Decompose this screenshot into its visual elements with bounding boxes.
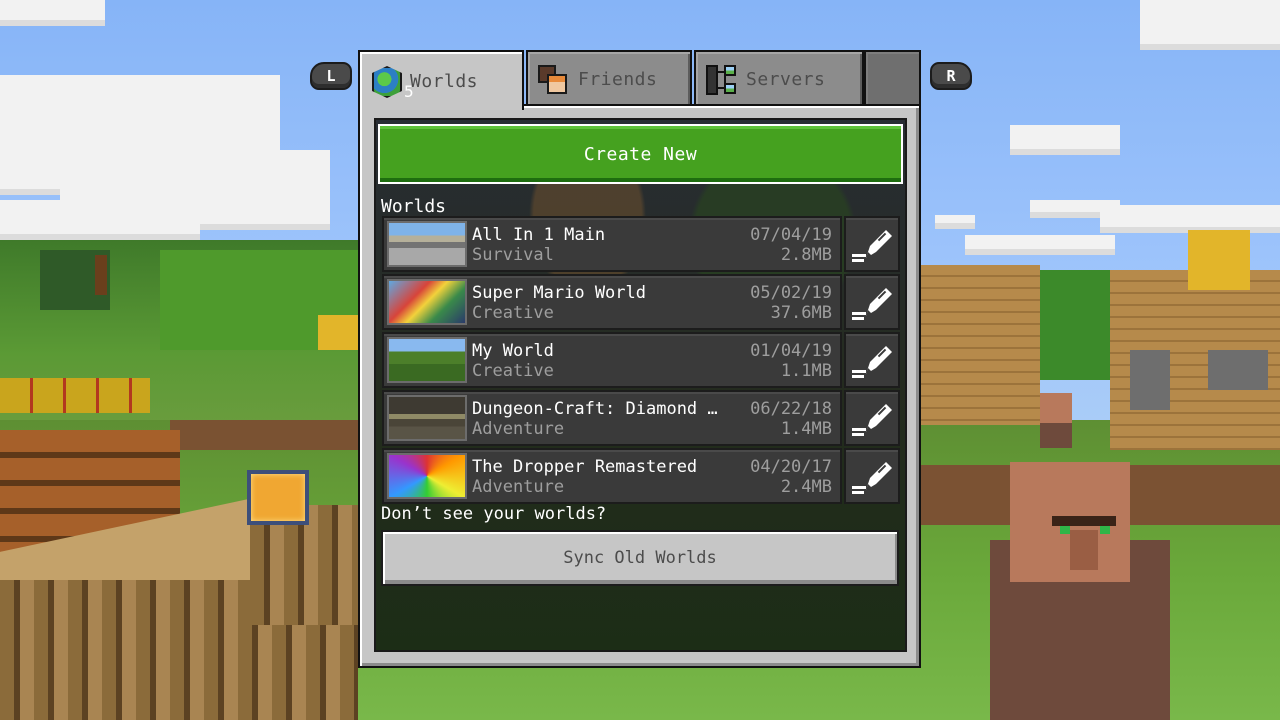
villager-eye: [1060, 526, 1070, 534]
tab-worlds[interactable]: Worlds 5: [358, 50, 524, 110]
world-name: All In 1 Main: [472, 225, 606, 245]
edit-world-button[interactable]: [844, 448, 900, 504]
world-row: My World Creative 01/04/19 1.1MB: [382, 332, 900, 390]
edit-world-button[interactable]: [844, 216, 900, 272]
world-date: 07/04/19: [750, 225, 832, 245]
world-count-badge: 5: [404, 82, 415, 101]
globe-icon: [370, 65, 402, 98]
villager-brow: [1052, 516, 1116, 526]
village-house: [920, 265, 1040, 425]
server-icon: [706, 63, 738, 95]
world-thumbnail: [387, 279, 467, 325]
create-new-button[interactable]: Create New: [378, 124, 903, 184]
friends-faces-icon: [538, 63, 570, 95]
world-game-mode: Creative: [472, 303, 554, 323]
world-thumbnail: [387, 337, 467, 383]
world-size: 1.4MB: [780, 419, 832, 439]
villager-eye: [1100, 526, 1110, 534]
world-game-mode: Creative: [472, 361, 554, 381]
panel-body: Create New Worlds All In 1 Main Survival…: [358, 104, 921, 668]
world-item[interactable]: Dungeon-Craft: Diamond … Adventure 06/22…: [382, 390, 842, 446]
world-date: 05/02/19: [750, 283, 832, 303]
world-item[interactable]: All In 1 Main Survival 07/04/19 2.8MB: [382, 216, 842, 272]
pencil-icon: [852, 404, 892, 436]
tab-servers[interactable]: Servers: [694, 50, 864, 106]
tree-trunk: [95, 255, 107, 295]
hay-block: [1188, 230, 1250, 290]
worlds-section-label: Worlds: [381, 196, 447, 217]
tab-label: Worlds: [410, 70, 479, 92]
tab-friends[interactable]: Friends: [526, 50, 692, 106]
world-name: The Dropper Remastered: [472, 457, 698, 477]
cloud: [0, 200, 200, 240]
play-screen-panel: Worlds 5 Friends Servers Create New Worl…: [358, 50, 921, 668]
hay-bales: [0, 378, 150, 413]
world-size: 2.8MB: [780, 245, 832, 265]
villager: [1040, 423, 1072, 448]
tab-bar: Worlds 5 Friends Servers: [358, 50, 921, 110]
cloud: [1010, 125, 1120, 155]
world-item[interactable]: The Dropper Remastered Adventure 04/20/1…: [382, 448, 842, 504]
world-size: 2.4MB: [780, 477, 832, 497]
world-row: The Dropper Remastered Adventure 04/20/1…: [382, 448, 900, 506]
world-name: My World: [472, 341, 554, 361]
world-game-mode: Survival: [472, 245, 554, 265]
world-thumbnail: [387, 395, 467, 441]
cloud: [1100, 205, 1280, 233]
world-row: All In 1 Main Survival 07/04/19 2.8MB: [382, 216, 900, 274]
hay-block: [318, 315, 358, 350]
world-size: 1.1MB: [780, 361, 832, 381]
tab-empty: [864, 50, 921, 106]
villager: [1040, 393, 1072, 423]
cobblestone: [1130, 350, 1170, 410]
world-thumbnail: [387, 453, 467, 499]
world-game-mode: Adventure: [472, 419, 565, 439]
pencil-icon: [852, 288, 892, 320]
world-item[interactable]: My World Creative 01/04/19 1.1MB: [382, 332, 842, 388]
world-thumbnail: [387, 221, 467, 267]
worlds-content: Create New Worlds All In 1 Main Survival…: [374, 118, 907, 652]
pencil-icon: [852, 230, 892, 262]
world-item[interactable]: Super Mario World Creative 05/02/19 37.6…: [382, 274, 842, 330]
world-date: 06/22/18: [750, 399, 832, 419]
world-name: Dungeon-Craft: Diamond …: [472, 399, 718, 419]
dirt: [170, 420, 360, 450]
edit-world-button[interactable]: [844, 274, 900, 330]
world-row: Super Mario World Creative 05/02/19 37.6…: [382, 274, 900, 332]
missing-worlds-hint: Don’t see your worlds?: [381, 504, 607, 524]
pencil-icon: [852, 346, 892, 378]
pencil-icon: [852, 462, 892, 494]
tab-label: Friends: [578, 68, 658, 90]
world-date: 01/04/19: [750, 341, 832, 361]
cloud: [1140, 0, 1280, 50]
cloud: [0, 0, 105, 26]
edit-world-button[interactable]: [844, 332, 900, 388]
world-list: All In 1 Main Survival 07/04/19 2.8MB Su…: [382, 216, 900, 506]
world-size: 37.6MB: [770, 303, 832, 323]
tab-label: Servers: [746, 68, 826, 90]
left-shoulder-button[interactable]: L: [310, 62, 352, 90]
edit-world-button[interactable]: [844, 390, 900, 446]
world-name: Super Mario World: [472, 283, 646, 303]
cloud: [935, 215, 975, 229]
lantern: [247, 470, 309, 525]
right-shoulder-button[interactable]: R: [930, 62, 972, 90]
villager-nose: [1070, 530, 1098, 570]
world-game-mode: Adventure: [472, 477, 565, 497]
sync-old-worlds-button[interactable]: Sync Old Worlds: [381, 530, 899, 586]
cloud: [965, 235, 1115, 255]
world-date: 04/20/17: [750, 457, 832, 477]
cobblestone: [1208, 350, 1268, 390]
world-row: Dungeon-Craft: Diamond … Adventure 06/22…: [382, 390, 900, 448]
